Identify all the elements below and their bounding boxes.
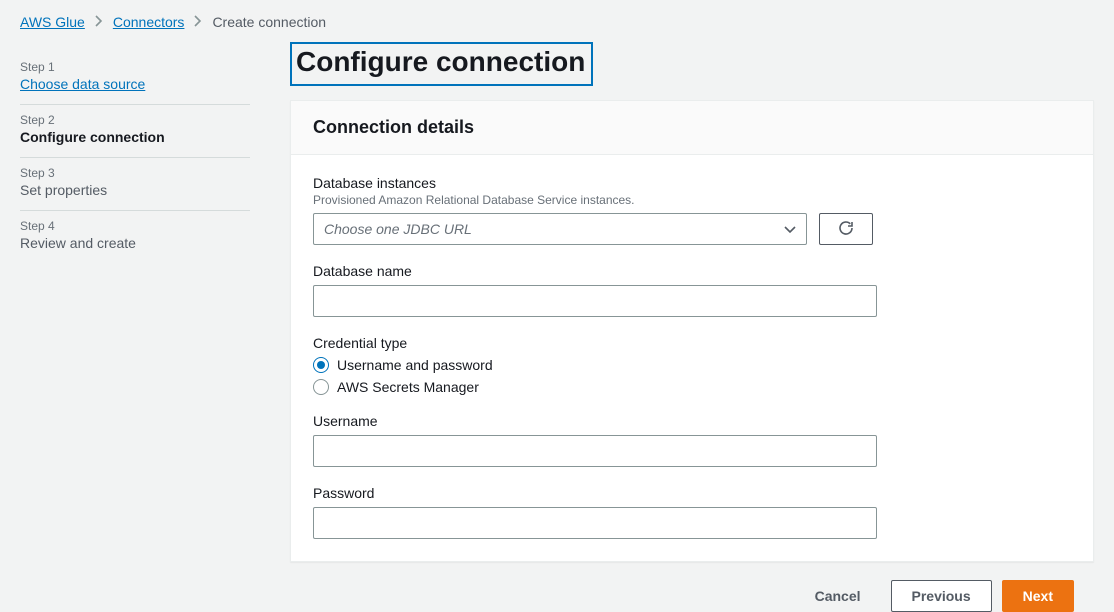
step-title: Configure connection <box>20 129 250 145</box>
page-title: Configure connection <box>290 42 593 86</box>
breadcrumb-current: Create connection <box>212 14 326 30</box>
database-instances-field: Database instances Provisioned Amazon Re… <box>313 175 1071 245</box>
password-input[interactable] <box>313 507 877 539</box>
field-label: Credential type <box>313 335 1071 351</box>
database-name-input[interactable] <box>313 285 877 317</box>
step-title: Set properties <box>20 182 250 198</box>
username-input[interactable] <box>313 435 877 467</box>
caret-down-icon <box>784 221 796 237</box>
field-label: Database instances <box>313 175 1071 191</box>
wizard-steps: Step 1 Choose data source Step 2 Configu… <box>20 42 250 612</box>
breadcrumb: AWS Glue Connectors Create connection <box>0 0 1114 42</box>
panel-header: Connection details <box>291 101 1093 155</box>
refresh-button[interactable] <box>819 213 873 245</box>
radio-icon <box>313 357 329 373</box>
credential-type-field: Credential type Username and password AW… <box>313 335 1071 395</box>
credential-type-radio-userpass[interactable]: Username and password <box>313 357 1071 373</box>
chevron-right-icon <box>194 14 202 30</box>
field-label: Database name <box>313 263 1071 279</box>
refresh-icon <box>838 220 854 239</box>
step-label: Step 2 <box>20 113 250 127</box>
wizard-step-2: Step 2 Configure connection <box>20 105 250 158</box>
previous-button[interactable]: Previous <box>891 580 992 612</box>
step-label: Step 3 <box>20 166 250 180</box>
next-button[interactable]: Next <box>1002 580 1074 612</box>
select-placeholder: Choose one JDBC URL <box>324 221 472 237</box>
database-instances-select[interactable]: Choose one JDBC URL <box>313 213 807 245</box>
radio-icon <box>313 379 329 395</box>
cancel-button[interactable]: Cancel <box>795 580 881 612</box>
breadcrumb-root[interactable]: AWS Glue <box>20 14 85 30</box>
wizard-step-3: Step 3 Set properties <box>20 158 250 211</box>
panel-title: Connection details <box>313 117 1071 138</box>
database-name-field: Database name <box>313 263 1071 317</box>
radio-label: AWS Secrets Manager <box>337 379 479 395</box>
chevron-right-icon <box>95 14 103 30</box>
breadcrumb-section[interactable]: Connectors <box>113 14 185 30</box>
radio-label: Username and password <box>337 357 493 373</box>
field-description: Provisioned Amazon Relational Database S… <box>313 193 1071 207</box>
password-field: Password <box>313 485 1071 539</box>
step-label: Step 4 <box>20 219 250 233</box>
credential-type-radio-secrets[interactable]: AWS Secrets Manager <box>313 379 1071 395</box>
wizard-step-4: Step 4 Review and create <box>20 211 250 263</box>
step-label: Step 1 <box>20 60 250 74</box>
field-label: Username <box>313 413 1071 429</box>
username-field: Username <box>313 413 1071 467</box>
wizard-footer: Cancel Previous Next <box>290 562 1094 612</box>
step-title: Review and create <box>20 235 250 251</box>
step-title[interactable]: Choose data source <box>20 76 250 92</box>
connection-details-panel: Connection details Database instances Pr… <box>290 100 1094 562</box>
field-label: Password <box>313 485 1071 501</box>
wizard-step-1[interactable]: Step 1 Choose data source <box>20 52 250 105</box>
